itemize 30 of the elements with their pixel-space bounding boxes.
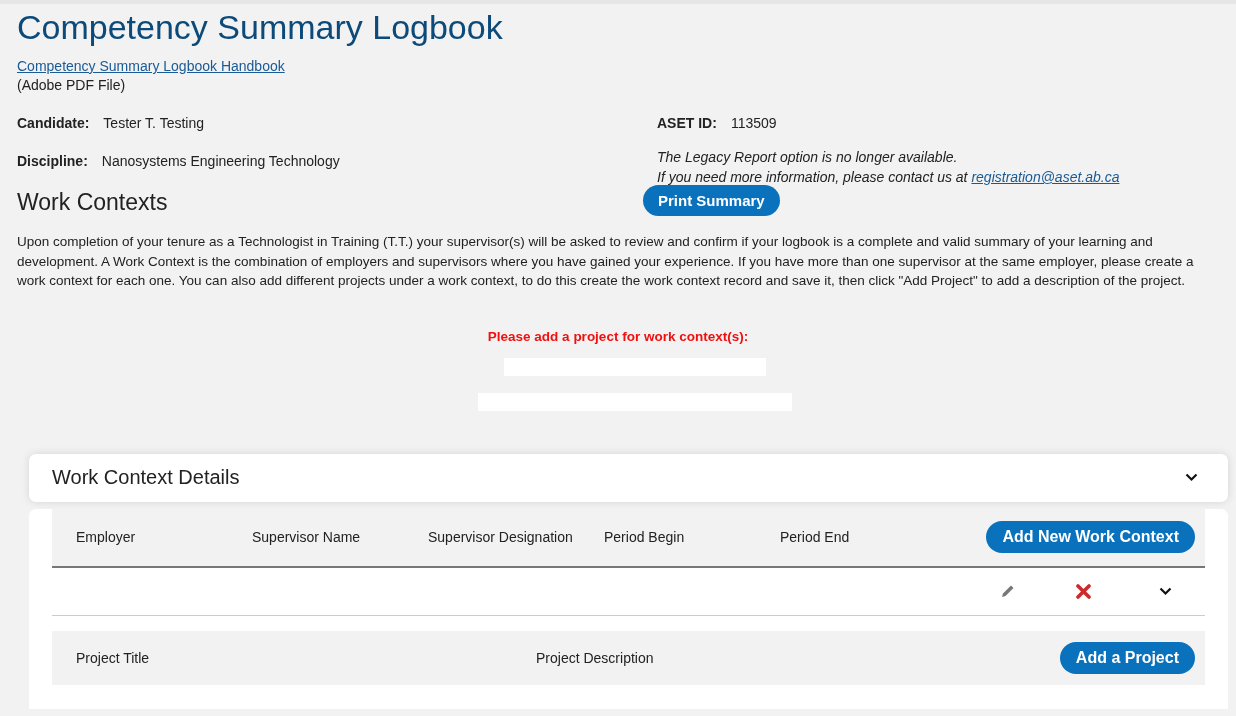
intro-paragraph: Upon completion of your tenure as a Technologist in Training (T.T.) your supervisor(s) will be asked to review and confirm if your logbook is a complete and valid summary of your learning and development. A Work Context is the combination of employers and supervisors where you have gained your experience. If you have more than one supervisor at the same employer, please create a work context for each one. You can also add different projects under a work context, to do this create the work context record and save it, then click "Add Project" to add a description of the project. xyxy=(17,233,1195,290)
field-value: Tester T. Testing xyxy=(103,114,204,132)
notice-text: If you need more information, please contact us at registration@aset.ab.ca xyxy=(657,168,1120,187)
chevron-down-icon[interactable] xyxy=(1159,586,1172,596)
warning-message: Please add a project for work context(s): xyxy=(487,328,749,344)
pencil-icon[interactable] xyxy=(1000,583,1016,599)
field-value: Nanosystems Engineering Technology xyxy=(101,152,340,170)
column-header: Supervisor Designation xyxy=(428,529,574,545)
field-label: Discipline: xyxy=(17,152,88,170)
handbook-link[interactable]: Competency Summary Logbook Handbook xyxy=(17,58,285,75)
section-title: Work Contexts xyxy=(17,188,168,217)
column-header: Project Description xyxy=(536,649,654,666)
panel-title: Work Context Details xyxy=(52,466,240,489)
field-label: ASET ID: xyxy=(657,114,717,132)
email-link[interactable]: registration@aset.ab.ca xyxy=(971,169,1120,185)
field-label: Candidate: xyxy=(17,114,90,132)
add-project-button[interactable]: Add a Project xyxy=(1059,641,1195,674)
delete-icon[interactable] xyxy=(1076,583,1091,599)
column-header: Period Begin xyxy=(604,529,686,545)
field-value: 113509 xyxy=(730,114,777,132)
file-type-note: (Adobe PDF File) xyxy=(17,76,126,95)
column-header: Period End xyxy=(780,529,851,545)
chevron-down-icon[interactable] xyxy=(1185,473,1198,482)
notice-text: The Legacy Report option is no longer available. xyxy=(657,148,959,167)
column-header: Employer xyxy=(76,529,137,545)
add-work-context-button[interactable]: Add New Work Context xyxy=(986,521,1195,553)
print-summary-button[interactable]: Print Summary xyxy=(643,184,780,216)
column-header: Project Title xyxy=(76,649,150,666)
page-title: Competency Summary Logbook xyxy=(17,7,503,48)
column-header: Supervisor Name xyxy=(252,529,362,545)
